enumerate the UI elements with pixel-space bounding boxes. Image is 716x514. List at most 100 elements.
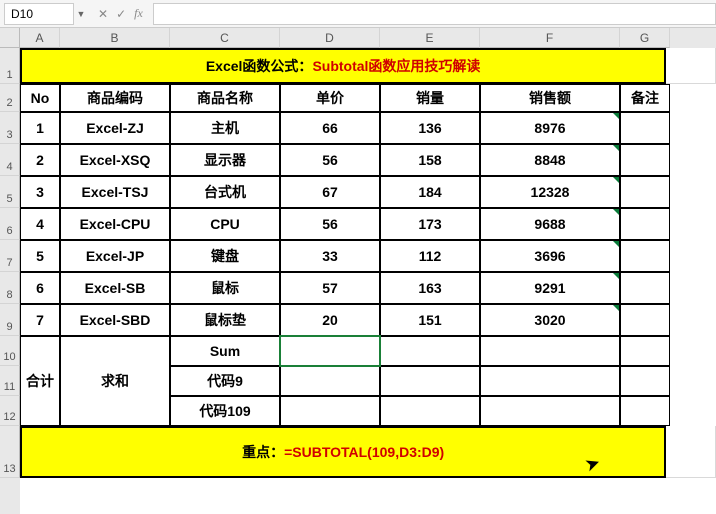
- cell-remark[interactable]: [620, 240, 670, 272]
- row-header[interactable]: 6: [0, 208, 20, 240]
- cell-code[interactable]: Excel-CPU: [60, 208, 170, 240]
- cell-sales[interactable]: 9688: [480, 208, 620, 240]
- cell[interactable]: [620, 366, 670, 396]
- row-header[interactable]: 8: [0, 272, 20, 304]
- cell-price[interactable]: 66: [280, 112, 380, 144]
- cell-price[interactable]: 33: [280, 240, 380, 272]
- cell-qty[interactable]: 184: [380, 176, 480, 208]
- cell-no[interactable]: 1: [20, 112, 60, 144]
- cell-remark[interactable]: [620, 112, 670, 144]
- cell-remark[interactable]: [620, 304, 670, 336]
- cell-no[interactable]: 6: [20, 272, 60, 304]
- sum-row3-c[interactable]: 代码109: [170, 396, 280, 426]
- cell[interactable]: [666, 48, 716, 84]
- cell[interactable]: [666, 426, 716, 478]
- row-header[interactable]: 7: [0, 240, 20, 272]
- cell-name[interactable]: CPU: [170, 208, 280, 240]
- row-header[interactable]: 2: [0, 84, 20, 112]
- cell-sales[interactable]: 12328: [480, 176, 620, 208]
- cell-d10[interactable]: [280, 336, 380, 366]
- cell-code[interactable]: Excel-SBD: [60, 304, 170, 336]
- col-header[interactable]: G: [620, 28, 670, 48]
- cell-price[interactable]: 56: [280, 208, 380, 240]
- cell-no[interactable]: 5: [20, 240, 60, 272]
- cell-price[interactable]: 56: [280, 144, 380, 176]
- sum-row2-c[interactable]: 代码9: [170, 366, 280, 396]
- cell[interactable]: [480, 366, 620, 396]
- cell-code[interactable]: Excel-SB: [60, 272, 170, 304]
- fx-icon[interactable]: fx: [134, 6, 143, 21]
- row-header[interactable]: 12: [0, 396, 20, 426]
- footer-cell[interactable]: 重点： =SUBTOTAL(109,D3:D9) ➤: [20, 426, 666, 478]
- cell-price[interactable]: 67: [280, 176, 380, 208]
- cell-sales[interactable]: 8848: [480, 144, 620, 176]
- header-no[interactable]: No: [20, 84, 60, 112]
- cell-name[interactable]: 显示器: [170, 144, 280, 176]
- cell-name[interactable]: 台式机: [170, 176, 280, 208]
- header-remark[interactable]: 备注: [620, 84, 670, 112]
- name-box[interactable]: D10: [4, 3, 74, 25]
- cell[interactable]: [480, 396, 620, 426]
- cell-no[interactable]: 2: [20, 144, 60, 176]
- cell-qty[interactable]: 173: [380, 208, 480, 240]
- cell-remark[interactable]: [620, 176, 670, 208]
- cell[interactable]: [620, 396, 670, 426]
- row-header[interactable]: 10: [0, 336, 20, 366]
- cell-sales[interactable]: 8976: [480, 112, 620, 144]
- cell[interactable]: [380, 366, 480, 396]
- cell-code[interactable]: Excel-TSJ: [60, 176, 170, 208]
- cell-no[interactable]: 7: [20, 304, 60, 336]
- sum-merged-label[interactable]: 合计: [20, 336, 60, 426]
- cell-code[interactable]: Excel-XSQ: [60, 144, 170, 176]
- confirm-icon[interactable]: ✓: [116, 7, 126, 21]
- cell-qty[interactable]: 136: [380, 112, 480, 144]
- cell-name[interactable]: 键盘: [170, 240, 280, 272]
- cancel-icon[interactable]: ✕: [98, 7, 108, 21]
- col-header[interactable]: E: [380, 28, 480, 48]
- row-header[interactable]: 3: [0, 112, 20, 144]
- select-all-corner[interactable]: [0, 28, 20, 48]
- cell[interactable]: [380, 336, 480, 366]
- header-name[interactable]: 商品名称: [170, 84, 280, 112]
- cell[interactable]: [380, 396, 480, 426]
- cell-qty[interactable]: 151: [380, 304, 480, 336]
- cell-name[interactable]: 鼠标垫: [170, 304, 280, 336]
- row-header[interactable]: 5: [0, 176, 20, 208]
- col-header[interactable]: C: [170, 28, 280, 48]
- col-header[interactable]: B: [60, 28, 170, 48]
- row-header[interactable]: 11: [0, 366, 20, 396]
- col-header[interactable]: F: [480, 28, 620, 48]
- cell-qty[interactable]: 112: [380, 240, 480, 272]
- row-header[interactable]: 4: [0, 144, 20, 176]
- header-price[interactable]: 单价: [280, 84, 380, 112]
- formula-input[interactable]: [153, 3, 716, 25]
- cell-remark[interactable]: [620, 208, 670, 240]
- cell-no[interactable]: 3: [20, 176, 60, 208]
- cell-no[interactable]: 4: [20, 208, 60, 240]
- cell-sales[interactable]: 3696: [480, 240, 620, 272]
- cell-name[interactable]: 鼠标: [170, 272, 280, 304]
- sum-row1-c[interactable]: Sum: [170, 336, 280, 366]
- cell[interactable]: [280, 396, 380, 426]
- row-header[interactable]: 13: [0, 426, 20, 478]
- cell-price[interactable]: 20: [280, 304, 380, 336]
- name-box-dropdown-icon[interactable]: ▼: [74, 9, 88, 19]
- cell-code[interactable]: Excel-ZJ: [60, 112, 170, 144]
- col-header[interactable]: D: [280, 28, 380, 48]
- cell[interactable]: [620, 336, 670, 366]
- row-header[interactable]: 1: [0, 48, 20, 84]
- header-code[interactable]: 商品编码: [60, 84, 170, 112]
- cell-remark[interactable]: [620, 144, 670, 176]
- cell[interactable]: [480, 336, 620, 366]
- header-sales[interactable]: 销售额: [480, 84, 620, 112]
- title-cell[interactable]: Excel函数公式： Subtotal函数应用技巧解读: [20, 48, 666, 84]
- sum-merged-method[interactable]: 求和: [60, 336, 170, 426]
- cell-qty[interactable]: 158: [380, 144, 480, 176]
- cell-remark[interactable]: [620, 272, 670, 304]
- cell-qty[interactable]: 163: [380, 272, 480, 304]
- row-header[interactable]: 9: [0, 304, 20, 336]
- cell-sales[interactable]: 3020: [480, 304, 620, 336]
- cell[interactable]: [280, 366, 380, 396]
- cell-price[interactable]: 57: [280, 272, 380, 304]
- header-qty[interactable]: 销量: [380, 84, 480, 112]
